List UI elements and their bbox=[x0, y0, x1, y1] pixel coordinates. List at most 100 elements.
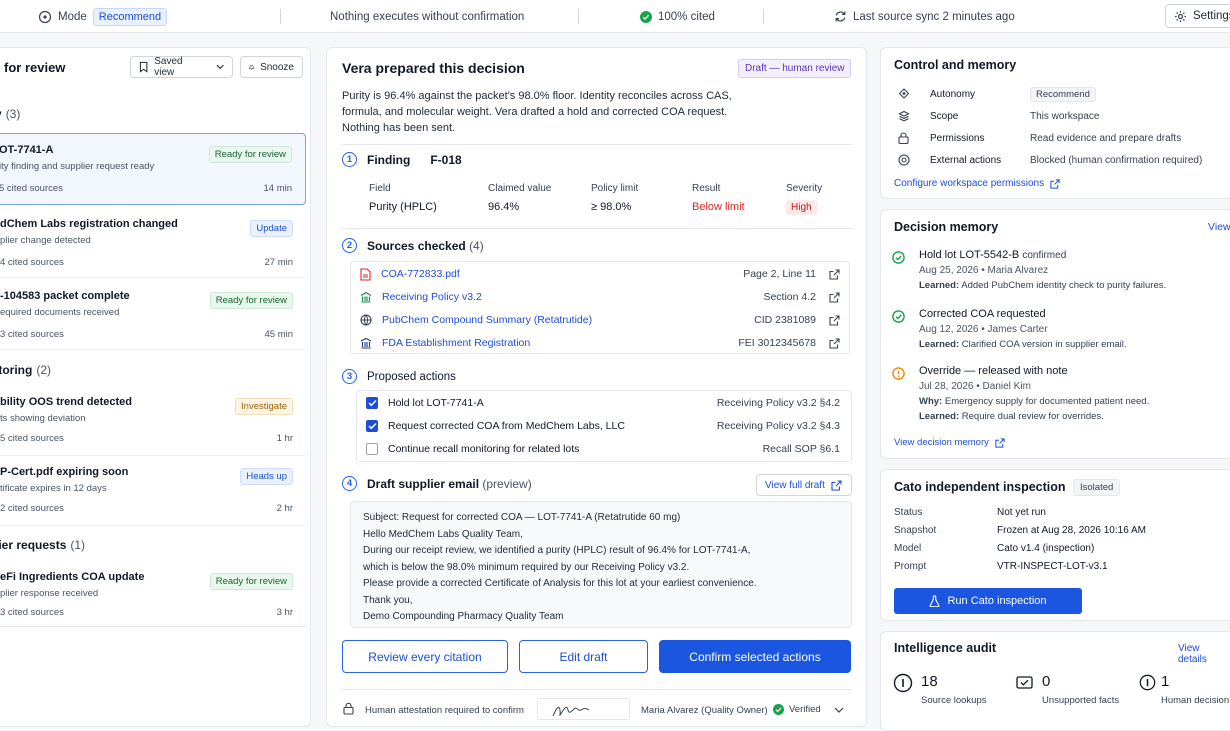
source-name[interactable]: PubChem Compound Summary (Retatrutide) bbox=[382, 314, 592, 326]
queue-item[interactable]: dChem Labs registration changed Update p… bbox=[0, 208, 306, 278]
control-label: Scope bbox=[930, 110, 959, 122]
settings-label: Settings bbox=[1193, 10, 1230, 22]
queue-item-sources: 5 cited sources bbox=[0, 433, 64, 444]
action-checkbox[interactable] bbox=[366, 420, 378, 432]
source-name[interactable]: COA-772833.pdf bbox=[381, 268, 460, 280]
queue-item-title: OT-7741-A bbox=[0, 144, 54, 156]
top-bar: Mode Recommend Nothing executes without … bbox=[0, 0, 1230, 33]
scope-icon bbox=[898, 110, 910, 122]
finding-label: Finding bbox=[367, 152, 411, 167]
check-icon bbox=[367, 422, 377, 430]
email-line: Hello MedChem Labs Quality Team, bbox=[363, 528, 523, 540]
audit-stat-value: 1 bbox=[1161, 673, 1170, 690]
cato-label: Snapshot bbox=[894, 525, 937, 536]
control-label: Autonomy bbox=[930, 88, 976, 100]
queue-item[interactable]: -104583 packet complete Ready for review… bbox=[0, 280, 306, 350]
saved-view-dropdown[interactable]: Saved view bbox=[130, 56, 233, 78]
document-check-icon bbox=[1016, 676, 1033, 689]
memory-item-suffix: confirmed bbox=[1022, 250, 1067, 261]
check-icon bbox=[367, 399, 377, 407]
group-name: y bbox=[0, 107, 2, 121]
pdf-icon bbox=[360, 267, 371, 281]
email-line: which is below the 98.0% minimum require… bbox=[363, 561, 690, 573]
cato-row: Status Not yet run bbox=[894, 507, 1224, 518]
source-name[interactable]: Receiving Policy v3.2 bbox=[382, 291, 482, 303]
audit-details-link[interactable]: View details bbox=[1178, 643, 1230, 665]
status-badge: Ready for review bbox=[209, 292, 293, 309]
queue-item-sources: 5 cited sources bbox=[0, 183, 63, 194]
queue-item-sources: 4 cited sources bbox=[0, 257, 64, 268]
source-row[interactable]: PubChem Compound Summary (Retatrutide) C… bbox=[360, 309, 840, 331]
view-decision-memory-link[interactable]: View decision memory bbox=[894, 437, 1005, 448]
source-row[interactable]: Receiving Policy v3.2 Section 4.2 bbox=[360, 286, 840, 308]
external-link-icon[interactable] bbox=[829, 268, 840, 280]
signer-name: Maria Alvarez (Quality Owner) bbox=[641, 705, 768, 716]
action-label: Request corrected COA from MedChem Labs,… bbox=[388, 420, 625, 432]
action-row[interactable]: Hold lot LOT-7741-A Receiving Policy v3.… bbox=[360, 392, 850, 414]
control-row-autonomy: Autonomy Recommend bbox=[898, 85, 1228, 103]
edit-draft-button[interactable]: Edit draft bbox=[519, 640, 648, 673]
email-line: During our receipt review, we identified… bbox=[363, 545, 751, 556]
source-name[interactable]: FDA Establishment Registration bbox=[382, 337, 530, 349]
source-row[interactable]: FDA Establishment Registration FEI 30123… bbox=[360, 332, 840, 354]
status-badge: Ready for review bbox=[208, 146, 292, 163]
sync-label: Last source sync 2 minutes ago bbox=[853, 10, 1015, 23]
confirm-actions-button[interactable]: Confirm selected actions bbox=[659, 640, 851, 673]
memory-view-link[interactable]: View bbox=[1208, 221, 1230, 233]
control-label: Permissions bbox=[930, 132, 985, 144]
action-checkbox[interactable] bbox=[366, 397, 378, 409]
action-reference: Receiving Policy v3.2 §4.3 bbox=[716, 420, 840, 432]
action-checkbox[interactable] bbox=[366, 443, 378, 455]
settings-button[interactable]: Settings bbox=[1165, 4, 1230, 28]
source-row[interactable]: COA-772833.pdf Page 2, Line 11 bbox=[360, 263, 840, 285]
email-section-header: 4 Draft supplier email (preview) bbox=[342, 476, 532, 491]
chevron-down-icon[interactable] bbox=[834, 707, 844, 713]
queue-group-supplier-requests[interactable]: lier requests (1) bbox=[0, 538, 85, 552]
memory-item-title: Override — released with note bbox=[919, 365, 1068, 377]
status-badge: Heads up bbox=[240, 468, 293, 485]
finding-section-header: 1 Finding F-018 bbox=[342, 152, 462, 167]
queue-item-title: eFi Ingredients COA update bbox=[0, 571, 145, 583]
queue-item-sources: 3 cited sources bbox=[0, 329, 64, 340]
snooze-label: Snooze bbox=[260, 61, 294, 73]
control-value: Blocked (human confirmation required) bbox=[1030, 154, 1203, 166]
cited-indicator: 100% cited bbox=[640, 0, 715, 33]
queue-item[interactable]: P-Cert.pdf expiring soon Heads up tifica… bbox=[0, 456, 306, 526]
configure-permissions-link[interactable]: Configure workspace permissions bbox=[894, 178, 1060, 189]
configure-permissions-label: Configure workspace permissions bbox=[894, 178, 1045, 189]
view-full-draft-button[interactable]: View full draft bbox=[756, 474, 852, 496]
queue-item-selected[interactable]: OT-7741-A Ready for review ity finding a… bbox=[0, 133, 306, 205]
queue-group-ready[interactable]: y(3) bbox=[0, 107, 20, 121]
signature-field[interactable] bbox=[537, 698, 630, 720]
review-citations-button[interactable]: Review every citation bbox=[342, 640, 508, 673]
finding-result: Below limit bbox=[692, 201, 745, 213]
queue-item-subtitle: ts showing deviation bbox=[0, 413, 86, 424]
snooze-button[interactable]: Snooze bbox=[240, 56, 303, 78]
why-label: Why: bbox=[919, 396, 943, 407]
verified-label: Verified bbox=[789, 704, 821, 715]
globe-icon bbox=[360, 314, 372, 326]
audit-stat-value: 18 bbox=[921, 673, 938, 690]
control-row-scope: Scope This workspace bbox=[898, 107, 1228, 125]
action-row[interactable]: Request corrected COA from MedChem Labs,… bbox=[360, 415, 850, 437]
queue-item-title: P-Cert.pdf expiring soon bbox=[0, 466, 129, 478]
bell-icon bbox=[249, 64, 255, 70]
external-link-icon[interactable] bbox=[829, 314, 840, 326]
queue-item-sources: 2 cited sources bbox=[0, 503, 64, 514]
mode-indicator: Mode Recommend bbox=[38, 0, 168, 33]
action-row[interactable]: Continue recall monitoring for related l… bbox=[360, 438, 850, 460]
external-link-icon[interactable] bbox=[829, 337, 840, 349]
autonomy-value-badge[interactable]: Recommend bbox=[1030, 86, 1096, 102]
queue-item[interactable]: eFi Ingredients COA update Ready for rev… bbox=[0, 561, 306, 627]
summary-line: formula, and molecular weight. Vera draf… bbox=[342, 106, 728, 118]
external-link-icon bbox=[995, 437, 1005, 448]
run-cato-inspection-button[interactable]: Run Cato inspection bbox=[894, 588, 1082, 614]
cato-row: Snapshot Frozen at Aug 28, 2026 10:16 AM bbox=[894, 525, 1224, 536]
sync-status: Last source sync 2 minutes ago bbox=[834, 0, 1015, 33]
queue-item-subtitle: equired documents received bbox=[0, 307, 120, 318]
external-link-icon[interactable] bbox=[829, 291, 840, 303]
mode-value-badge[interactable]: Recommend bbox=[92, 7, 168, 26]
queue-group-monitoring[interactable]: itoring(2) bbox=[0, 363, 51, 377]
queue-item[interactable]: bility OOS trend detected Investigate ts… bbox=[0, 386, 306, 456]
lock-icon bbox=[898, 132, 909, 144]
